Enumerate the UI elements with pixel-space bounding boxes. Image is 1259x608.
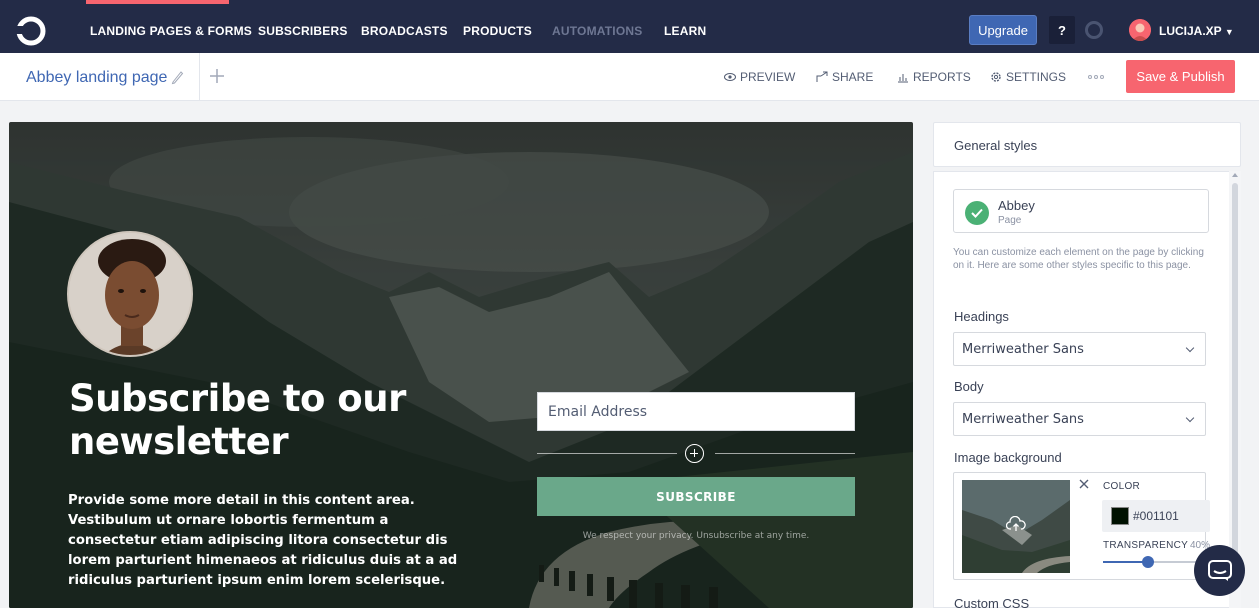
share-button[interactable]: SHARE xyxy=(816,70,873,84)
editor-toolbar: Abbey landing page PREVIEW SHARE REPORTS… xyxy=(0,53,1259,101)
general-styles-panel: Abbey Page You can customize each elemen… xyxy=(933,171,1241,608)
nav-subscribers[interactable]: SUBSCRIBERS xyxy=(258,24,348,38)
save-publish-button[interactable]: Save & Publish xyxy=(1126,60,1235,93)
help-button[interactable]: ? xyxy=(1049,16,1075,44)
nav-automations[interactable]: AUTOMATIONS xyxy=(552,24,642,38)
color-label: COLOR xyxy=(1103,481,1141,492)
preview-label: PREVIEW xyxy=(740,70,796,84)
headings-font-value: Merriweather Sans xyxy=(962,341,1084,357)
divider xyxy=(199,53,200,101)
nav-learn[interactable]: LEARN xyxy=(664,24,706,38)
panel-header: General styles xyxy=(933,122,1241,167)
user-menu[interactable]: LUCIJA.XP ▼ xyxy=(1159,24,1234,38)
upgrade-button[interactable]: Upgrade xyxy=(969,15,1037,45)
nav-broadcasts[interactable]: BROADCASTS xyxy=(361,24,448,38)
scroll-up-icon[interactable] xyxy=(1232,173,1238,177)
image-background-card: COLOR #001101 TRANSPARENCY 40% xyxy=(953,472,1215,580)
body-font-select[interactable]: Merriweather Sans xyxy=(953,402,1206,436)
custom-css-label: Custom CSS xyxy=(954,596,1030,608)
chevron-down-icon: ▼ xyxy=(1224,27,1234,37)
active-tab-indicator xyxy=(86,0,229,4)
landing-page-canvas[interactable]: Subscribe to our newsletter Provide some… xyxy=(9,122,913,608)
help-text: You can customize each element on the pa… xyxy=(953,247,1204,271)
color-picker[interactable]: #001101 xyxy=(1102,500,1210,532)
share-label: SHARE xyxy=(832,70,874,84)
hero-heading[interactable]: Subscribe to our newsletter xyxy=(69,377,489,463)
pencil-icon[interactable] xyxy=(170,69,184,85)
close-icon[interactable] xyxy=(1078,478,1090,490)
more-options-icon[interactable] xyxy=(1088,75,1104,79)
headings-label: Headings xyxy=(954,309,1009,324)
status-indicator-icon xyxy=(1085,21,1103,39)
chevron-down-icon xyxy=(1185,343,1195,353)
body-font-value: Merriweather Sans xyxy=(962,411,1084,427)
headings-font-select[interactable]: Merriweather Sans xyxy=(953,332,1206,366)
preview-button[interactable]: PREVIEW xyxy=(724,70,795,84)
color-value: #001101 xyxy=(1133,509,1179,523)
bar-chart-icon xyxy=(898,74,908,83)
chat-support-button[interactable] xyxy=(1194,545,1245,596)
panel-title: General styles xyxy=(954,138,1038,153)
panel-scrollbar[interactable] xyxy=(1229,171,1241,608)
profile-avatar[interactable] xyxy=(67,231,193,357)
transparency-label: TRANSPARENCY xyxy=(1103,540,1189,551)
scroll-thumb[interactable] xyxy=(1232,183,1238,583)
convertkit-logo-icon[interactable] xyxy=(16,16,46,46)
nav-products[interactable]: PRODUCTS xyxy=(463,24,532,38)
theme-type: Page xyxy=(998,215,1022,226)
upload-cloud-icon[interactable] xyxy=(1006,516,1026,532)
reports-label: REPORTS xyxy=(913,70,971,84)
share-icon xyxy=(816,71,828,82)
slider-handle[interactable] xyxy=(1141,556,1154,568)
user-name: LUCIJA.XP xyxy=(1159,24,1222,38)
color-swatch[interactable] xyxy=(1111,507,1129,525)
user-avatar[interactable] xyxy=(1129,19,1151,41)
background-thumbnail[interactable] xyxy=(962,480,1070,573)
reports-button[interactable]: REPORTS xyxy=(897,70,971,84)
divider-line xyxy=(537,453,677,454)
privacy-text[interactable]: We respect your privacy. Unsubscribe at … xyxy=(537,531,855,541)
add-page-icon[interactable] xyxy=(208,67,226,85)
gear-icon xyxy=(991,72,1001,82)
settings-label: SETTINGS xyxy=(1006,70,1067,84)
divider-line xyxy=(715,453,855,454)
page-title[interactable]: Abbey landing page xyxy=(26,69,167,87)
settings-button[interactable]: SETTINGS xyxy=(990,70,1066,84)
theme-selector[interactable]: Abbey Page xyxy=(953,189,1209,233)
chevron-down-icon xyxy=(1185,413,1195,423)
chat-bubble-icon xyxy=(1207,559,1232,581)
add-element-icon[interactable] xyxy=(685,444,704,463)
eye-icon xyxy=(724,73,736,81)
theme-name: Abbey xyxy=(998,198,1035,213)
check-icon xyxy=(965,201,989,225)
subscribe-button[interactable]: SUBSCRIBE xyxy=(537,477,855,516)
nav-landing-pages-forms[interactable]: LANDING PAGES & FORMS xyxy=(90,24,252,38)
image-background-label: Image background xyxy=(954,450,1062,465)
body-label: Body xyxy=(954,379,984,394)
hero-body-text[interactable]: Provide some more detail in this content… xyxy=(68,491,468,591)
email-field[interactable]: Email Address xyxy=(537,392,855,431)
